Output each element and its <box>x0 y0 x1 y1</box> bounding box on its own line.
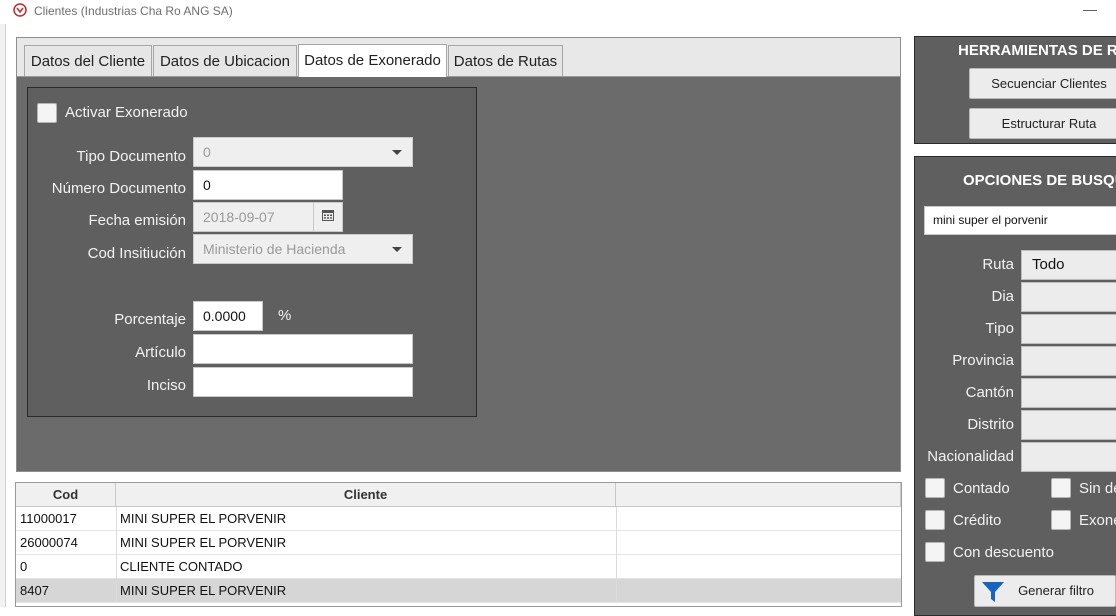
tipo-select[interactable] <box>1021 314 1116 344</box>
credito-checkbox[interactable] <box>925 510 945 530</box>
calendar-button[interactable] <box>313 203 342 231</box>
table-row[interactable]: 11000017 MINI SUPER EL PORVENIR <box>16 507 901 531</box>
minimize-button[interactable]: — <box>1080 0 1100 20</box>
cod-institucion-select[interactable]: Ministerio de Hacienda <box>193 234 413 264</box>
sin-descuento-checkbox[interactable] <box>1051 478 1071 498</box>
inciso-input[interactable] <box>193 367 413 397</box>
inciso-label: Inciso <box>146 377 186 394</box>
porcentaje-input[interactable]: 0.0000 <box>193 301 263 331</box>
chevron-down-icon <box>392 247 402 252</box>
provincia-select[interactable] <box>1021 346 1116 376</box>
calendar-icon <box>322 210 334 221</box>
contado-label: Contado <box>953 480 1010 497</box>
estructurar-ruta-button[interactable]: Estructurar Ruta <box>969 108 1116 139</box>
column-divider <box>616 531 617 555</box>
window-title: Clientes (Industrias Cha Ro ANG SA) <box>34 4 233 18</box>
tab-datos-de-ubicacion[interactable]: Datos de Ubicacion <box>153 45 297 76</box>
tab-datos-del-cliente[interactable]: Datos del Cliente <box>24 45 152 76</box>
left-frame-edge <box>0 24 6 607</box>
filter-icon <box>982 582 1004 602</box>
column-divider <box>616 507 617 531</box>
fecha-emision-value: 2018-09-07 <box>203 209 275 225</box>
dia-label: Dia <box>991 288 1014 305</box>
tipo-documento-value: 0 <box>203 144 211 160</box>
cod-institucion-label: Cod Insitiución <box>87 245 186 262</box>
cell-cod: 26000074 <box>20 535 78 550</box>
credito-label: Crédito <box>953 512 1002 529</box>
canton-label: Cantón <box>965 384 1014 401</box>
tab-datos-de-rutas[interactable]: Datos de Rutas <box>448 45 563 76</box>
table-row-selected[interactable]: 8407 MINI SUPER EL PORVENIR <box>16 579 901 603</box>
generar-filtro-label: Generar filtro <box>1018 583 1094 598</box>
numero-documento-label: Número Documento <box>51 180 186 197</box>
con-descuento-label: Con descuento <box>953 544 1054 561</box>
cell-cod: 11000017 <box>20 511 77 526</box>
activar-exonerado-checkbox[interactable] <box>37 103 57 123</box>
column-header-cod[interactable]: Cod <box>16 483 116 507</box>
chevron-down-icon <box>392 150 402 155</box>
nacionalidad-label: Nacionalidad <box>927 448 1014 465</box>
column-divider <box>616 579 617 603</box>
app-logo-icon <box>13 3 27 17</box>
provincia-label: Provincia <box>952 352 1014 369</box>
articulo-input[interactable] <box>193 334 413 364</box>
con-descuento-checkbox[interactable] <box>925 542 945 562</box>
clientes-table: Cod Cliente 11000017 MINI SUPER EL PORVE… <box>15 482 902 607</box>
fecha-emision-label: Fecha emisión <box>88 212 186 229</box>
numero-documento-input[interactable]: 0 <box>193 170 343 200</box>
porcentaje-unit: % <box>278 307 292 324</box>
porcentaje-label: Porcentaje <box>114 311 186 328</box>
contado-checkbox[interactable] <box>925 478 945 498</box>
opciones-busqueda-title: OPCIONES DE BUSQU <box>963 172 1116 189</box>
column-header-cliente[interactable]: Cliente <box>116 483 616 507</box>
tipo-documento-label: Tipo Documento <box>76 148 187 165</box>
cell-cliente: MINI SUPER EL PORVENIR <box>120 583 287 598</box>
table-row[interactable]: 26000074 MINI SUPER EL PORVENIR <box>16 531 901 555</box>
tipo-documento-select[interactable]: 0 <box>193 137 413 167</box>
search-input[interactable]: mini super el porvenir <box>924 206 1116 235</box>
cell-cliente: MINI SUPER EL PORVENIR <box>120 535 287 550</box>
cell-cliente: MINI SUPER EL PORVENIR <box>120 511 287 526</box>
nacionalidad-select[interactable] <box>1021 442 1116 472</box>
tab-datos-de-exonerado[interactable]: Datos de Exonerado <box>298 44 447 77</box>
herramientas-title: HERRAMIENTAS DE RU <box>958 42 1116 59</box>
column-header-extra[interactable] <box>616 483 901 507</box>
exonerado-filter-label: Exone <box>1079 512 1116 529</box>
distrito-label: Distrito <box>967 416 1014 433</box>
dia-select[interactable] <box>1021 282 1116 312</box>
cod-institucion-value: Ministerio de Hacienda <box>203 241 346 257</box>
secuenciar-clientes-button[interactable]: Secuenciar Clientes <box>969 68 1116 99</box>
cell-cliente: CLIENTE CONTADO <box>120 559 243 574</box>
sin-descuento-label: Sin de <box>1079 480 1116 497</box>
ruta-label: Ruta <box>982 256 1014 273</box>
canton-select[interactable] <box>1021 378 1116 408</box>
exonerado-checkbox[interactable] <box>1051 510 1071 530</box>
ruta-select[interactable]: Todo <box>1021 250 1116 280</box>
fecha-emision-input[interactable]: 2018-09-07 <box>193 202 343 232</box>
column-divider <box>616 555 617 579</box>
tipo-label: Tipo <box>985 320 1014 337</box>
articulo-label: Artículo <box>135 344 186 361</box>
table-row[interactable]: 0 CLIENTE CONTADO <box>16 555 901 579</box>
activar-exonerado-label: Activar Exonerado <box>65 104 188 121</box>
generar-filtro-button[interactable]: Generar filtro <box>974 575 1116 607</box>
distrito-select[interactable] <box>1021 410 1116 440</box>
cell-cod: 8407 <box>20 583 49 598</box>
cell-cod: 0 <box>20 559 28 574</box>
